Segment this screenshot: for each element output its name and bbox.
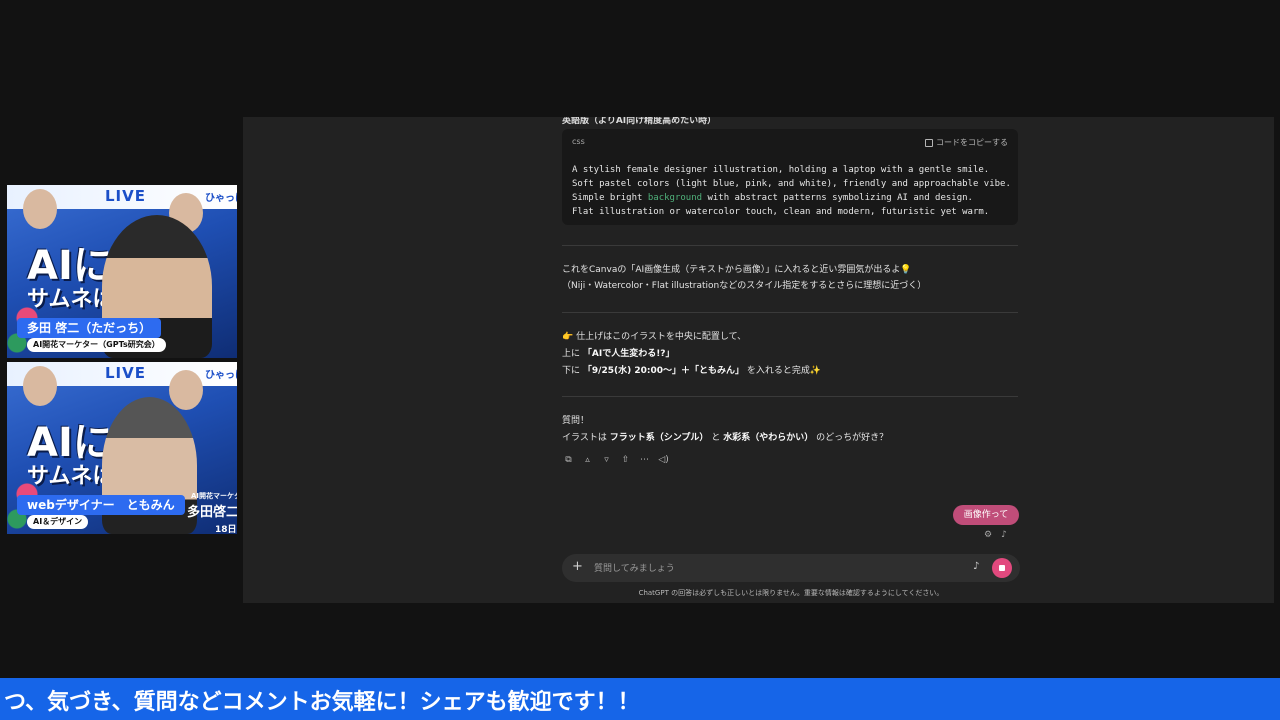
copy-icon[interactable]: ⧉ xyxy=(563,455,574,466)
corner-text: 18日 xyxy=(215,525,237,534)
secondary-name-text: 多田啓二 xyxy=(187,505,237,520)
guest-role-bar: AI＆デザイン xyxy=(27,515,89,529)
code-line: Flat illustration or watercolor touch, c… xyxy=(572,207,990,217)
thumbnail-side-text: ひゃっほ xyxy=(205,370,237,381)
code-language-label: css xyxy=(572,137,585,146)
code-line: Soft pastel colors (light blue, pink, an… xyxy=(572,179,1011,189)
question-paragraph: 質問！ イラストは フラット系（シンプル） と 水彩系（やわらかい） のどっちが… xyxy=(562,413,888,447)
question-line: イラストは フラット系（シンプル） と 水彩系（やわらかい） のどっちが好き？ xyxy=(562,433,889,443)
section-heading: 英語版（よりAI向け精度高めたい時） xyxy=(562,117,717,126)
message-paragraph: 👉 仕上げはこのイラストを中央に配置して、 上に 「AIで人生変わる!?」 下に… xyxy=(562,329,821,380)
code-block: css コードをコピーする A stylish female designer … xyxy=(562,129,1018,225)
thumbs-up-icon[interactable]: ▵ xyxy=(582,455,593,466)
paragraph-line: （Niji・Watercolor・Flat illustrationなどのスタイ… xyxy=(562,281,927,291)
ticker-text: つ、気づき、質問などコメントお気軽に！シェアも歓迎です！！ xyxy=(4,690,640,715)
code-content: A stylish female designer illustration, … xyxy=(572,163,1011,219)
disclaimer-text: ChatGPT の回答は必ずしも正しいとは限りません。重要な情報は確認するように… xyxy=(638,589,944,597)
thumbnail-face-right xyxy=(169,370,203,410)
webcam-tile-bottom: LIVE ひゃっほ AIに示 サムネは？ AI開花マーケター 多田啓二 18日 … xyxy=(7,362,237,534)
live-label: LIVE xyxy=(105,364,146,382)
question-title: 質問！ xyxy=(562,416,590,426)
code-line: Simple bright background with abstract p… xyxy=(572,193,973,203)
add-attachment-icon[interactable]: + xyxy=(572,559,583,574)
speaker-icon[interactable]: ◁) xyxy=(658,455,669,466)
code-line: A stylish female designer illustration, … xyxy=(572,165,990,175)
chat-composer: + ♪ xyxy=(562,554,1020,582)
message-paragraph: これをCanvaの「AI画像生成（テキストから画像）」に入れると近い雰囲気が出る… xyxy=(562,262,926,294)
paragraph-line: 下に 「9/25(水) 20:00〜」＋「ともみん」 を入れると完成✨ xyxy=(562,366,822,376)
copy-code-label: コードをコピーする xyxy=(936,138,1008,147)
chat-window: 英語版（よりAI向け精度高めたい時） css コードをコピーする A styli… xyxy=(243,117,1274,603)
thumbnail-face-left xyxy=(23,366,57,406)
presenter-role-bar: AI開花マーケター（GPTs研究会） xyxy=(27,338,166,352)
divider xyxy=(562,312,1018,313)
more-icon[interactable]: ⋯ xyxy=(639,455,650,466)
code-keyword: background xyxy=(647,193,703,203)
stop-generating-button[interactable] xyxy=(992,558,1012,578)
share-icon[interactable]: ⇧ xyxy=(620,455,631,466)
voice-input-icon[interactable]: ♪ xyxy=(973,561,979,572)
chat-input[interactable] xyxy=(592,560,966,578)
presenter-name-bar: 多田 啓二（ただっち） xyxy=(17,318,162,338)
settings-icon[interactable]: ⚙ xyxy=(984,530,992,540)
mic-icon[interactable]: ♪ xyxy=(1001,530,1007,540)
guest-name-bar: webデザイナー ともみん xyxy=(17,495,185,515)
comment-ticker: つ、気づき、質問などコメントお気軽に！シェアも歓迎です！！ xyxy=(0,678,1280,720)
divider xyxy=(562,396,1018,397)
divider xyxy=(562,245,1018,246)
image-request-bubble: 画像作って xyxy=(953,505,1019,525)
message-actions: ⧉ ▵ ▿ ⇧ ⋯ ◁) xyxy=(563,455,669,466)
thumbnail-side-text: ひゃっほ xyxy=(205,193,237,204)
paragraph-line: 👉 仕上げはこのイラストを中央に配置して、 xyxy=(562,332,747,342)
thumbnail-face-left xyxy=(23,189,57,229)
copy-icon xyxy=(925,138,933,147)
copy-code-button[interactable]: コードをコピーする xyxy=(925,137,1008,148)
secondary-role-text: AI開花マーケター xyxy=(191,492,237,500)
live-label: LIVE xyxy=(105,187,146,205)
thumbs-down-icon[interactable]: ▿ xyxy=(601,455,612,466)
paragraph-line: これをCanvaの「AI画像生成（テキストから画像）」に入れると近い雰囲気が出る… xyxy=(562,265,912,275)
webcam-tile-top: LIVE ひゃっほ AIに指示 サムネはとる？ 多田 啓二（ただっち） AI開花… xyxy=(7,185,237,358)
bubble-tools: ⚙ ♪ xyxy=(984,530,1007,540)
paragraph-line: 上に 「AIで人生変わる!?」 xyxy=(562,349,675,359)
